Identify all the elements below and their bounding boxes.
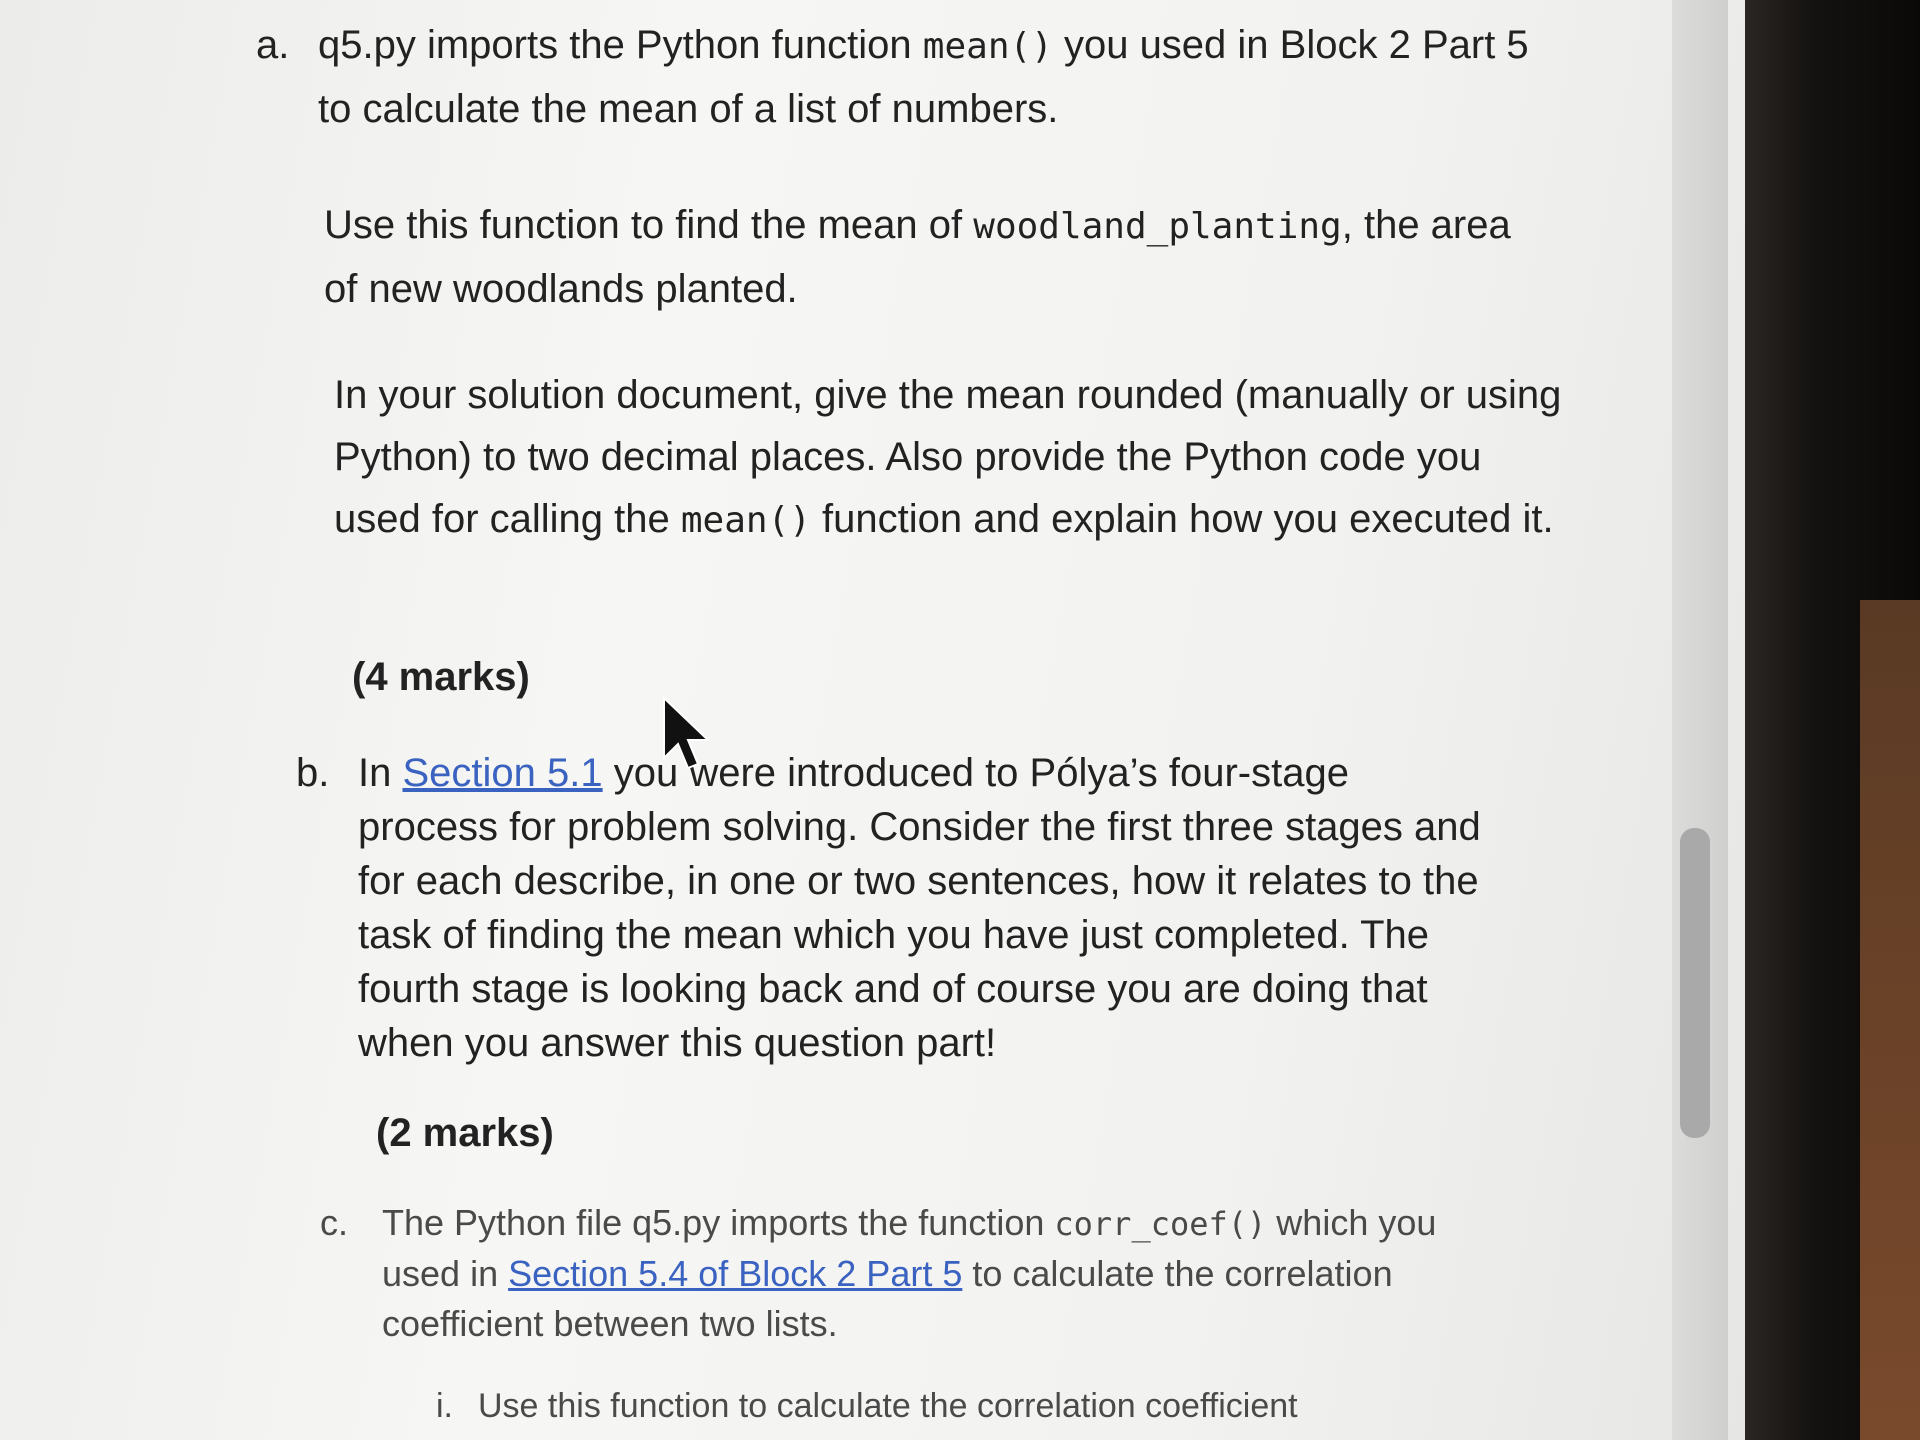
part-a-paragraph-2: Use this function to find the mean of wo… — [324, 203, 1511, 311]
question-part-c-i: i. Use this function to calculate the co… — [436, 1380, 1458, 1432]
background-desk — [1860, 600, 1920, 1440]
corr-coef-code: corr_coef() — [1054, 1205, 1267, 1243]
part-b-marks: (2 marks) — [376, 1111, 554, 1155]
part-a-paragraph-3: In your solution document, give the mean… — [334, 373, 1562, 541]
part-a-marker: a. — [256, 23, 290, 67]
question-part-a: a. q5.py imports the Python function mea… — [256, 14, 1548, 140]
scrollbar-track[interactable] — [1672, 0, 1728, 1440]
question-part-b: b. In Section 5.1 you were introduced to… — [296, 746, 1498, 1070]
question-part-c: c. The Python file q5.py imports the fun… — [320, 1198, 1442, 1349]
part-a-intro: q5.py imports the Python function mean()… — [318, 23, 1529, 131]
part-a-marks: (4 marks) — [352, 655, 530, 699]
mouse-cursor-icon — [663, 696, 711, 770]
mean-code: mean() — [922, 26, 1053, 67]
scrollbar-thumb[interactable] — [1680, 828, 1710, 1138]
part-c-i-marker: i. — [436, 1387, 453, 1425]
mean-code-2: mean() — [680, 500, 811, 541]
part-b-marker: b. — [296, 751, 330, 795]
section-5-4-link[interactable]: Section 5.4 of Block 2 Part 5 — [508, 1253, 962, 1294]
part-c-marker: c. — [320, 1202, 349, 1243]
woodland-planting-code: woodland_planting — [973, 206, 1342, 247]
section-5-1-link[interactable]: Section 5.1 — [402, 751, 602, 795]
